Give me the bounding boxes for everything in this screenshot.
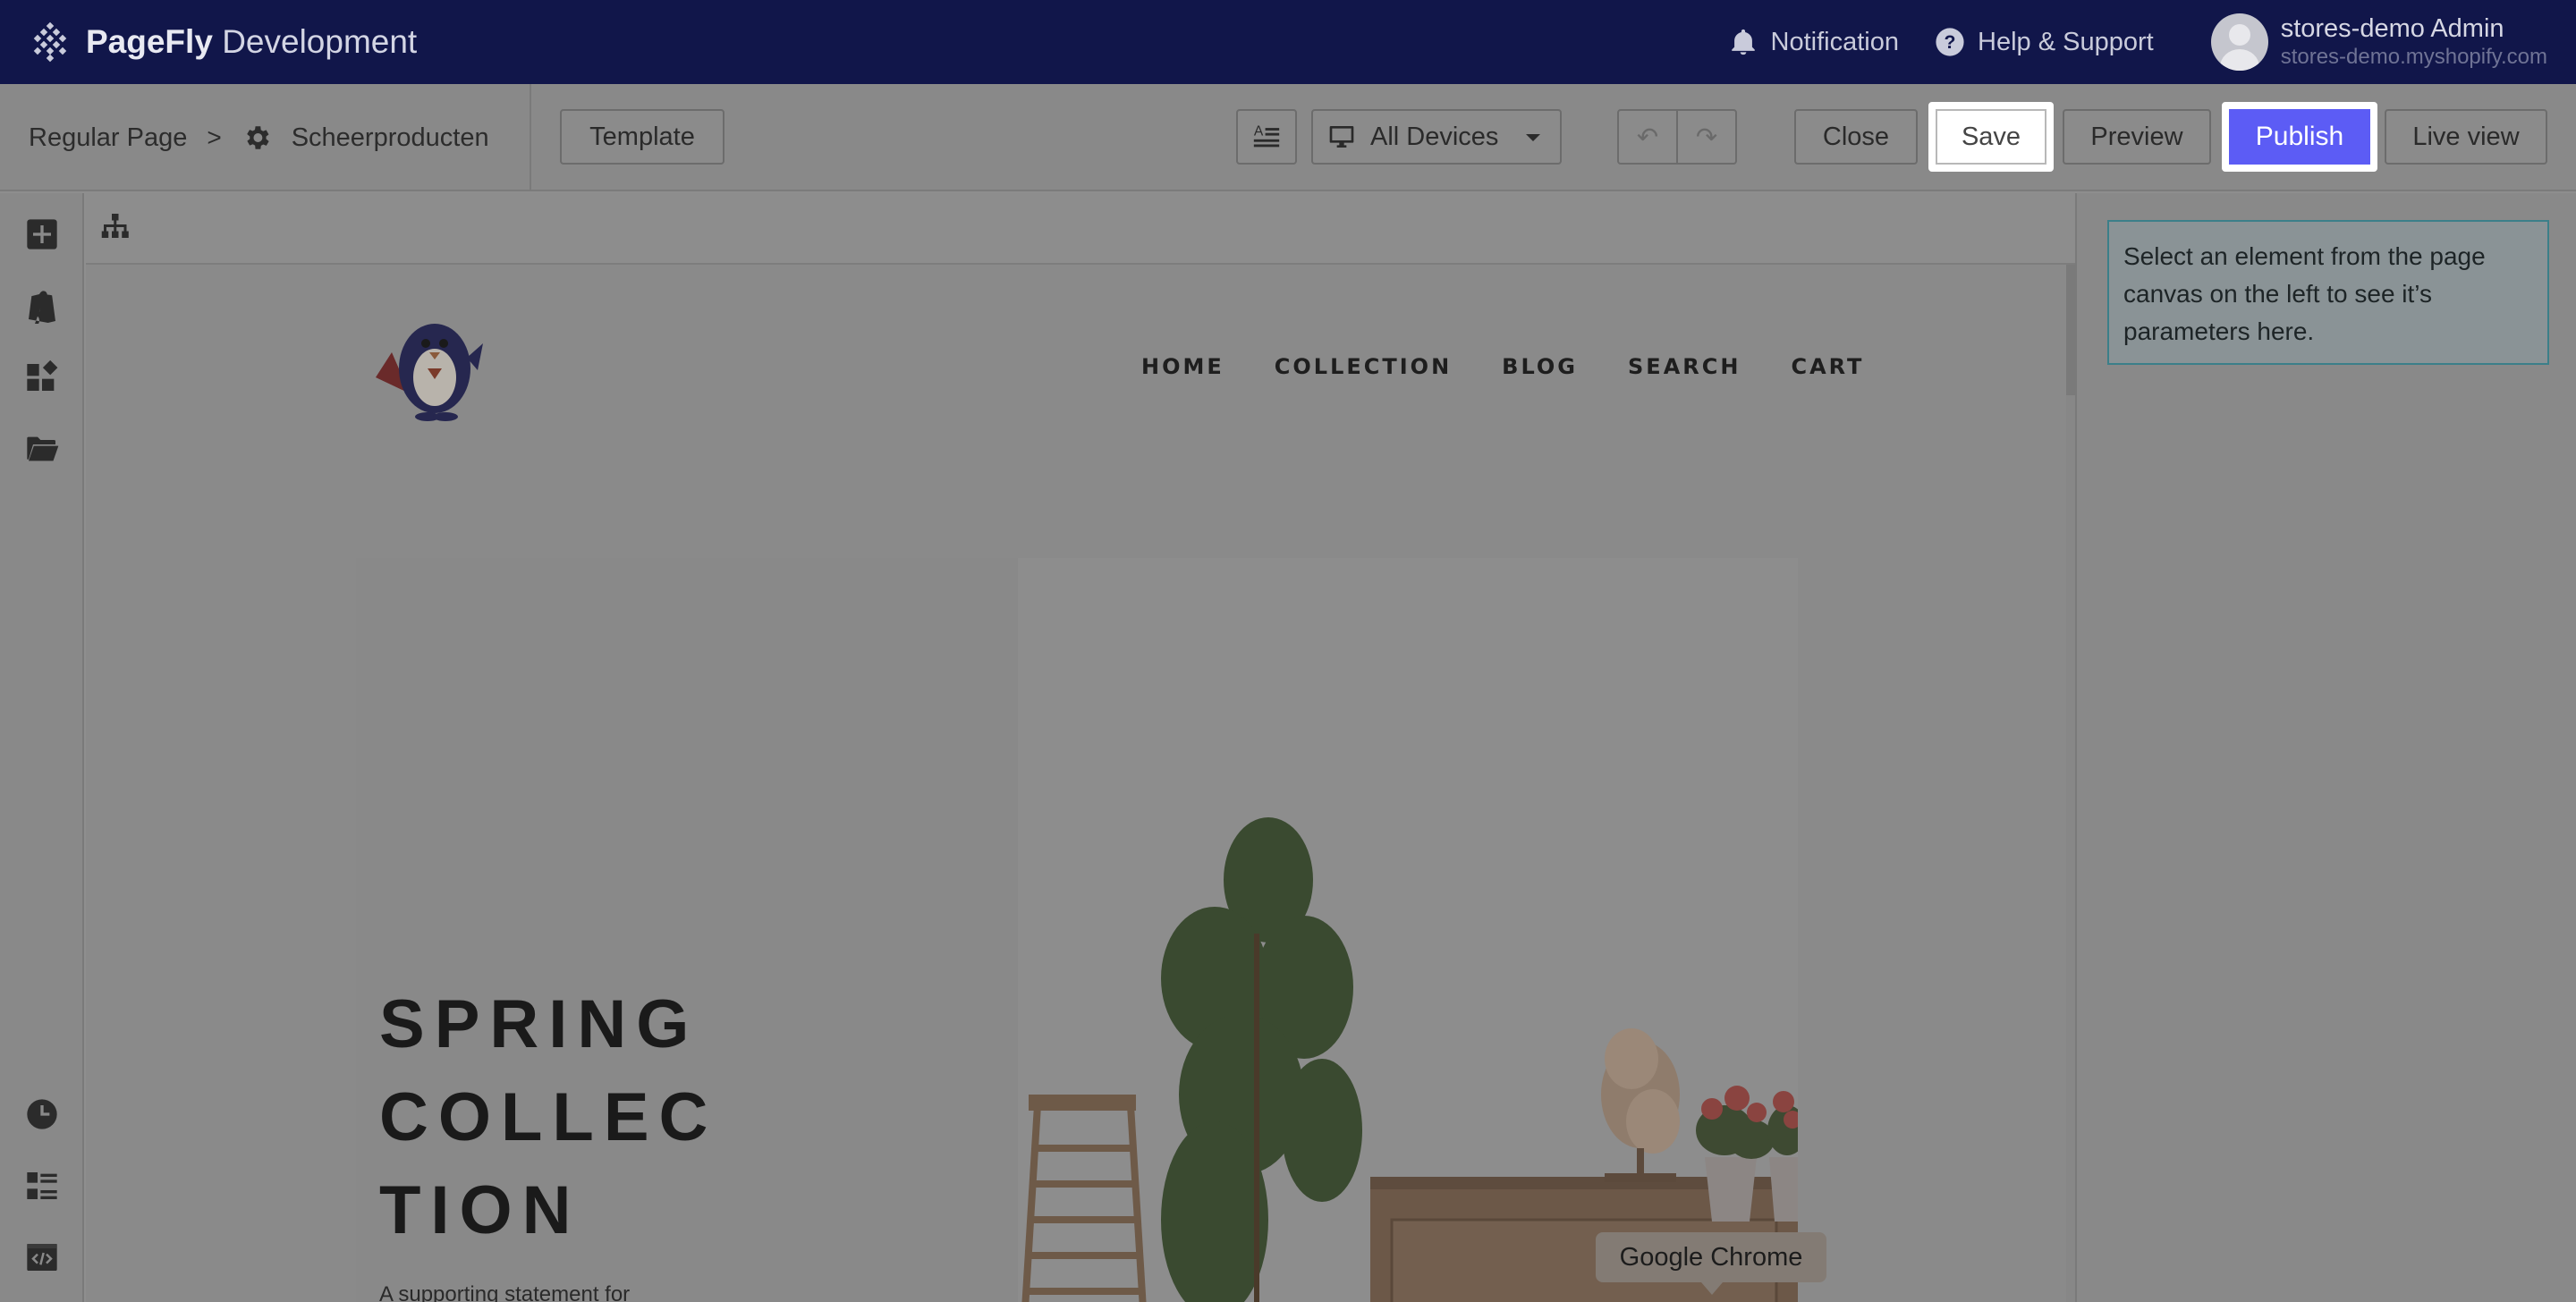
add-element-icon[interactable] xyxy=(24,216,60,252)
app-tooltip: Google Chrome xyxy=(1596,1232,1826,1295)
brand-name: PageFly Development xyxy=(86,23,418,60)
store-nav: HOME COLLECTION BLOG SEARCH CART xyxy=(1141,349,1864,385)
properties-hint: Select an element from the page canvas o… xyxy=(2107,220,2549,365)
nav-search[interactable]: SEARCH xyxy=(1628,354,1741,379)
save-button[interactable]: Save xyxy=(1928,102,2054,172)
code-icon[interactable] xyxy=(24,1239,60,1275)
nav-home[interactable]: HOME xyxy=(1141,354,1224,379)
preview-button[interactable]: Preview xyxy=(2063,109,2211,165)
properties-panel: Select an element from the page canvas o… xyxy=(2075,193,2576,1302)
pagefly-logo-icon xyxy=(33,21,67,63)
chevron-right-icon: > xyxy=(207,123,222,151)
redo-button[interactable]: ↷ xyxy=(1676,109,1737,165)
store-penguin-logo[interactable] xyxy=(363,293,497,427)
close-button[interactable]: Close xyxy=(1794,109,1918,165)
undo-button[interactable]: ↶ xyxy=(1617,109,1678,165)
template-button[interactable]: Template xyxy=(560,109,724,165)
user-name: stores-demo Admin xyxy=(2280,14,2504,43)
hero-section[interactable]: SPRING COLLEC TION A supporting statemen… xyxy=(356,558,1798,1302)
breadcrumb: Regular Page > Scheerproducten xyxy=(29,84,489,191)
outline-list-icon[interactable] xyxy=(24,1168,60,1204)
svg-text:?: ? xyxy=(1945,31,1956,53)
user-domain: stores-demo.myshopify.com xyxy=(2280,45,2547,69)
nav-cart[interactable]: CART xyxy=(1791,354,1864,379)
nav-blog[interactable]: BLOG xyxy=(1502,354,1578,379)
breadcrumb-root[interactable]: Regular Page xyxy=(29,123,187,153)
brand[interactable]: PageFly Development xyxy=(29,20,417,64)
top-right-actions: Notification ? Help & Support stores-dem… xyxy=(1728,0,2576,84)
bell-icon xyxy=(1731,29,1755,55)
canvas-header xyxy=(86,193,2075,265)
widgets-icon[interactable] xyxy=(24,359,60,395)
help-label: Help & Support xyxy=(1978,27,2154,56)
gear-icon[interactable] xyxy=(242,123,272,153)
editor-toolbar: Regular Page > Scheerproducten Template … xyxy=(0,84,2576,191)
page-canvas[interactable]: HOME COLLECTION BLOG SEARCH CART SPRING … xyxy=(86,265,2066,1302)
user-menu[interactable]: stores-demo Admin stores-demo.myshopify.… xyxy=(2210,13,2547,71)
desktop-icon xyxy=(1329,126,1354,148)
left-sidebar xyxy=(0,193,84,1302)
toolbar-divider xyxy=(530,84,531,191)
canvas-scrollbar[interactable] xyxy=(2066,265,2075,1302)
caret-down-icon xyxy=(1526,134,1540,141)
page-tree-icon[interactable] xyxy=(98,211,131,243)
hero-subtitle[interactable]: A supporting statement for xyxy=(379,1282,630,1302)
history-icon[interactable] xyxy=(24,1096,60,1132)
avatar xyxy=(2210,13,2268,71)
folder-icon[interactable] xyxy=(24,431,60,467)
text-format-icon: A xyxy=(1253,124,1280,148)
breadcrumb-page[interactable]: Scheerproducten xyxy=(292,123,489,153)
help-support-button[interactable]: ? Help & Support xyxy=(1935,27,2154,57)
nav-collection[interactable]: COLLECTION xyxy=(1275,354,1452,379)
canvas-scroll-thumb[interactable] xyxy=(2066,265,2075,395)
publish-button[interactable]: Publish xyxy=(2222,102,2377,172)
svg-text:A: A xyxy=(1254,124,1264,140)
shopify-bag-icon[interactable] xyxy=(24,288,60,326)
text-edit-button[interactable]: A xyxy=(1236,109,1297,165)
notification-button[interactable]: Notification xyxy=(1728,27,1899,57)
top-brand-bar: PageFly Development Notification ? Help … xyxy=(0,0,2576,84)
devices-label: All Devices xyxy=(1370,122,1499,151)
hero-title[interactable]: SPRING COLLEC TION xyxy=(379,978,717,1257)
help-icon: ? xyxy=(1936,28,1964,56)
notification-label: Notification xyxy=(1770,27,1900,56)
live-view-button[interactable]: Live view xyxy=(2385,109,2547,165)
device-selector[interactable]: All Devices xyxy=(1311,109,1562,165)
